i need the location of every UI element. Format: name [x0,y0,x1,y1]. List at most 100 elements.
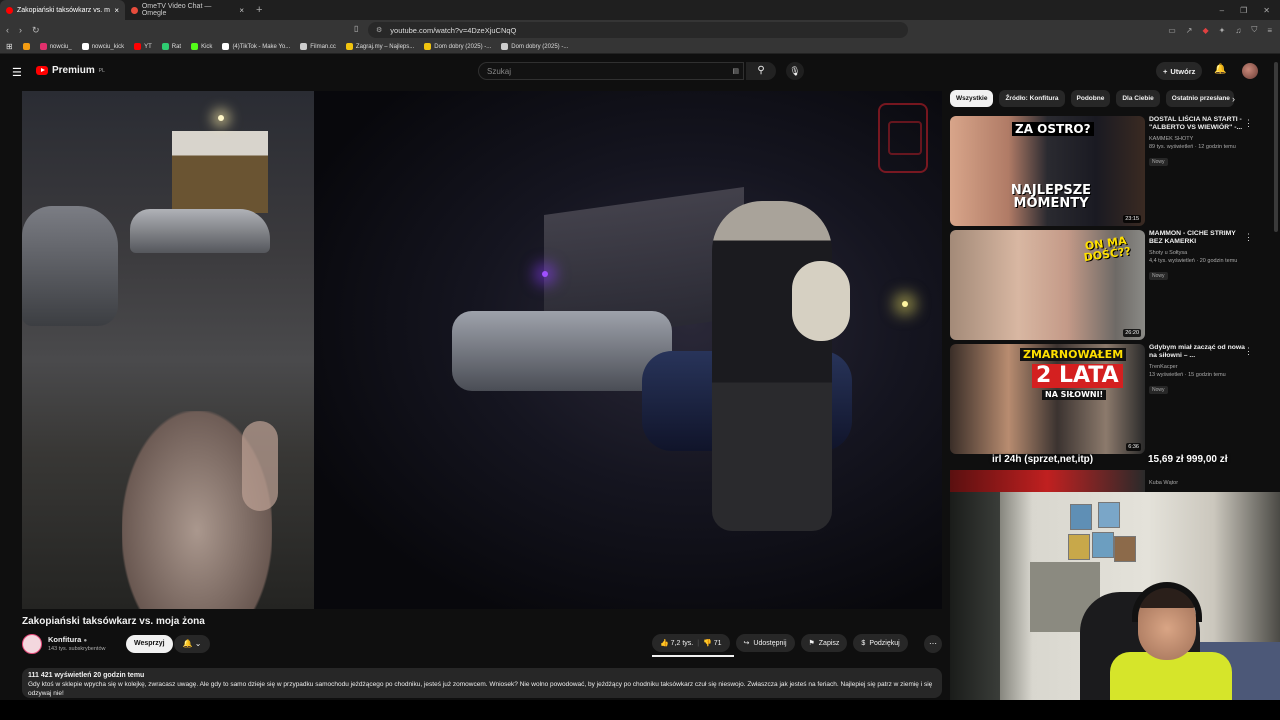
more-actions-icon[interactable]: ⋯ [924,635,942,653]
bookmarks-bar: ⊞ nowciu_ nowciu_kick YT Rat Kick (4)Tik… [0,40,1280,54]
chip-for-you[interactable]: Dla Ciebie [1116,90,1160,107]
microphone-icon: 🎙 [789,66,801,76]
bookmark-item[interactable]: YT [134,43,152,50]
cast-icon[interactable]: ▭ [1168,26,1176,35]
apps-grid-icon[interactable]: ⊞ [6,42,13,51]
browser-tab-youtube[interactable]: Zakopiański taksówkarz vs. m × [0,0,125,20]
webcam-headphones [1132,582,1202,622]
bookmark-item[interactable]: Filman.cc [300,43,336,50]
voice-search-button[interactable]: 🎙 [786,62,804,80]
chip-similar[interactable]: Podobne [1070,90,1111,107]
new-badge: Nowy [1149,158,1168,166]
video-house [172,131,268,213]
recommendation-item[interactable]: ZA OSTRO? NAJLEPSZE MOMENTY 23:15 DOSTAL… [950,116,1253,226]
bookmark-item[interactable]: nowciu_ [39,43,72,50]
bookmark-item[interactable]: Rat [161,43,181,50]
forward-icon[interactable]: › [19,25,22,35]
recommendation-item[interactable]: ZMARNOWAŁEM 2 LATA NA SIŁOWNI! 6:36 Gdyb… [950,344,1253,454]
keyboard-icon[interactable]: ▤ [732,67,739,75]
search-button[interactable]: ⚲ [746,62,776,80]
reload-icon[interactable]: ↻ [32,25,40,36]
video-title: Zakopiański taksówkarz vs. moja żona [22,616,205,627]
subscriber-count: 143 tys. subskrybentów [48,646,106,652]
extension-icon[interactable]: ◆ [1202,26,1208,35]
thumbs-down-icon: 👎 [703,640,712,647]
site-info-icon[interactable]: ⚙ [376,26,382,34]
kebab-menu-icon[interactable]: ⋮ [1244,232,1253,243]
back-icon[interactable]: ‹ [6,25,9,35]
like-ratio-bar [652,655,734,657]
bookmark-item[interactable]: Dom dobry (2025) -... [424,43,491,50]
kebab-menu-icon[interactable]: ⋮ [1244,118,1253,129]
webcam-poster [1092,532,1114,558]
channel-avatar[interactable] [22,634,42,654]
recommendation-item[interactable]: ON MA DOŚĆ?? 26:20 MAMMON - CICHE STRIMY… [950,230,1253,340]
video-player[interactable] [22,91,942,609]
bookmark-icon: ⚑ [808,640,815,647]
recommendation-item-partial[interactable]: Kuba Wątor [950,470,1250,492]
subscription-bell-button[interactable]: 🔔 ⌄ [174,635,210,653]
new-badge: Nowy [1149,386,1168,394]
duration-badge: 23:15 [1123,215,1141,223]
like-button[interactable]: 👍 7,2 tys. [660,639,693,647]
new-tab-icon[interactable]: + [250,4,268,16]
like-dislike-group: 👍 7,2 tys. | 👎 71 [652,634,730,652]
bookmark-item[interactable] [22,43,30,50]
share-button[interactable]: ↪ Udostępnij [735,634,795,652]
view-count-meta: 111 421 wyświetleń 20 godzin temu [28,672,145,679]
channel-watermark-icon[interactable] [878,103,928,173]
video-thumbnail: ON MA DOŚĆ?? 26:20 [950,230,1145,340]
video-purple-light [542,271,548,277]
video-description[interactable]: 111 421 wyświetleń 20 godzin temu Gdy kt… [22,668,942,698]
media-icon[interactable]: ♫ [1235,26,1241,35]
bell-icon: 🔔 [182,639,193,648]
close-tab-icon[interactable]: × [239,6,244,15]
dislike-button[interactable]: 👎 71 [703,639,721,647]
restore-icon[interactable]: ❐ [1240,6,1247,15]
bookmark-item[interactable]: (4)TikTok - Make Yo... [222,43,290,50]
support-button[interactable]: Wesprzyj [126,635,173,653]
video-person [712,201,832,531]
search-icon: ⚲ [757,65,765,76]
share-page-icon[interactable]: ↗ [1186,26,1193,35]
chip-all[interactable]: Wszystkie [950,90,994,107]
url-bar[interactable]: ⚙ youtube.com/watch?v=4DzeXjuCNqQ [368,22,908,38]
recommendation-title: Gdybym miał zacząć od nowa na siłowni – … [1149,344,1245,359]
create-button[interactable]: + Utwórz [1156,62,1203,80]
minimize-icon[interactable]: – [1220,6,1224,15]
kebab-menu-icon[interactable]: ⋮ [1244,346,1253,357]
chip-source[interactable]: Źródło: Konfitura [999,90,1065,107]
bookmark-page-icon[interactable]: ▯ [354,24,358,33]
recommendation-info: MAMMON - CICHE STRIMY BEZ KAMERKI Shoty … [1149,230,1249,282]
recommendation-channel: Shoty u Sołtysa [1149,250,1188,256]
video-car [452,311,672,391]
account-avatar[interactable] [1242,63,1258,79]
youtube-logo[interactable]: Premium PL [36,65,105,76]
share-icon: ↪ [743,640,750,647]
description-text: Gdy ktoś w sklepie wpycha się w kolejkę,… [28,681,933,697]
menu-icon[interactable]: ≡ [1267,26,1272,35]
recommendation-channel: Kuba Wątor [1149,480,1179,486]
shield-icon[interactable]: ⛉ [1251,25,1257,35]
channel-name[interactable]: Konfitura ● [48,635,87,644]
video-actions: 👍 7,2 tys. | 👎 71 ↪ Udostępnij ⚑ Zapisz … [652,634,908,652]
browser-tab-ometv[interactable]: OmeTV Video Chat — Omegle × [125,0,250,20]
scrollbar[interactable] [1274,62,1278,232]
bookmark-item[interactable]: nowciu_kick [81,43,124,50]
chevron-right-icon[interactable]: › [1232,94,1235,104]
close-tab-icon[interactable]: × [114,6,119,15]
bookmark-item[interactable]: Kick [191,43,212,50]
save-button[interactable]: ⚑ Zapisz [800,634,848,652]
extensions-puzzle-icon[interactable]: ✦ [1219,26,1226,35]
search-input[interactable]: Szukaj ▤ [478,62,744,80]
recommendation-info: Gdybym miał zacząć od nowa na siłowni – … [1149,344,1249,396]
video-street-lamp [218,115,224,121]
notifications-bell-icon[interactable]: 🔔 [1214,64,1226,75]
window-controls: – ❐ ✕ [1220,6,1280,15]
close-window-icon[interactable]: ✕ [1263,6,1270,15]
hamburger-menu-icon[interactable]: ☰ [12,66,22,79]
bookmark-item[interactable]: Zagraj.my – Najleps... [345,43,414,50]
chip-recent[interactable]: Ostatnio przesłane [1165,90,1234,107]
thanks-button[interactable]: $ Podziękuj [853,634,908,652]
bookmark-item[interactable]: Dom dobry (2025) -... [501,43,568,50]
